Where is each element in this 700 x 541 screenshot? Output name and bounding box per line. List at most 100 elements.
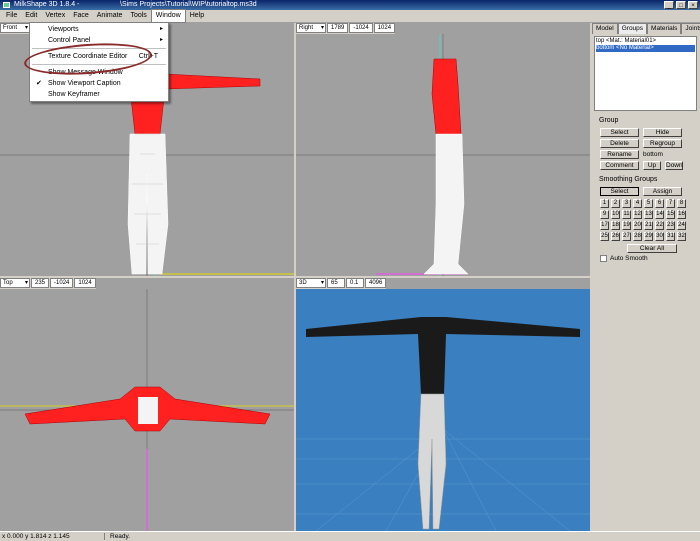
top-view-max[interactable]: 1024 xyxy=(74,278,96,288)
smoothing-group-button[interactable]: 28 xyxy=(633,232,642,241)
smoothing-group-button[interactable]: 10 xyxy=(611,210,620,219)
3d-view-near[interactable]: 0.1 xyxy=(346,278,364,288)
smoothing-group-button[interactable]: 20 xyxy=(633,221,642,230)
smoothing-group-button[interactable]: 29 xyxy=(644,232,653,241)
list-item[interactable]: bottom <No Material> xyxy=(596,45,695,52)
tab-materials[interactable]: Materials xyxy=(647,23,682,34)
smoothing-group-button[interactable]: 27 xyxy=(622,232,631,241)
checkmark-icon: ✔ xyxy=(36,80,42,87)
select-button[interactable]: Select xyxy=(600,128,639,137)
3d-view-select[interactable]: 3D xyxy=(296,278,326,288)
maximize-button[interactable]: □ xyxy=(676,1,686,9)
smoothing-group-button[interactable]: 19 xyxy=(622,221,631,230)
smoothing-group-button[interactable]: 6 xyxy=(655,199,664,208)
smoothing-group-grid: 1 2 3 4 5 6 7 8 9 10 11 12 13 14 15 16 17 18 19 20 21 22 23 24 2… xyxy=(600,199,700,241)
smoothing-group-button[interactable]: 3 xyxy=(622,199,631,208)
smoothing-group-button[interactable]: 2 xyxy=(611,199,620,208)
smoothing-group-button[interactable]: 30 xyxy=(655,232,664,241)
up-button[interactable]: Up xyxy=(643,161,661,170)
menu-item-viewports-label: Viewports xyxy=(48,26,79,33)
delete-button[interactable]: Delete xyxy=(600,139,639,148)
file-path: \Sims Projects\Tutorial\WIP\tutorialtop.… xyxy=(120,1,257,8)
smoothing-group-button[interactable]: 1 xyxy=(600,199,609,208)
menu-edit[interactable]: Edit xyxy=(21,10,41,22)
smoothing-group-button[interactable]: 11 xyxy=(622,210,631,219)
menu-window[interactable]: Window xyxy=(150,9,186,23)
menu-file[interactable]: File xyxy=(2,10,21,22)
control-panel: Model Groups Materials Joints top <Mat.:… xyxy=(591,23,700,531)
sg-assign-button[interactable]: Assign xyxy=(643,187,682,196)
smoothing-group-button[interactable]: 25 xyxy=(600,232,609,241)
right-viewport-canvas[interactable] xyxy=(296,34,590,276)
smoothing-group-button[interactable]: 26 xyxy=(611,232,620,241)
menu-face[interactable]: Face xyxy=(69,10,93,22)
smoothing-group-button[interactable]: 7 xyxy=(666,199,675,208)
hide-button[interactable]: Hide xyxy=(643,128,682,137)
menu-item-control-panel-label: Control Panel xyxy=(48,37,91,44)
3d-view-fov[interactable]: 65 xyxy=(327,278,345,288)
smoothing-group-button[interactable]: 22 xyxy=(655,221,664,230)
smoothing-group-button[interactable]: 21 xyxy=(644,221,653,230)
app-icon xyxy=(3,2,10,8)
menu-item-show-viewport-caption[interactable]: ✔ Show Viewport Caption xyxy=(30,78,168,89)
menu-animate[interactable]: Animate xyxy=(93,10,127,22)
right-view-max[interactable]: 1024 xyxy=(373,23,396,33)
rename-button[interactable]: Rename xyxy=(600,150,639,159)
smoothing-group-button[interactable]: 31 xyxy=(666,232,675,241)
list-item[interactable]: top <Mat.: Material01> xyxy=(596,38,695,45)
menu-vertex[interactable]: Vertex xyxy=(41,10,69,22)
top-viewport-canvas[interactable] xyxy=(0,289,294,531)
groups-list[interactable]: top <Mat.: Material01> bottom <No Materi… xyxy=(594,36,697,111)
smoothing-group-button[interactable]: 17 xyxy=(600,221,609,230)
close-button[interactable]: × xyxy=(688,1,698,9)
top-view-min[interactable]: -1024 xyxy=(50,278,74,288)
minimize-button[interactable]: _ xyxy=(664,1,674,9)
top-view-select[interactable]: Top xyxy=(0,278,30,288)
right-view-select[interactable]: Right xyxy=(296,23,326,33)
smoothing-group-button[interactable]: 32 xyxy=(677,232,686,241)
3d-viewport[interactable]: 3D 65 0.1 4096 xyxy=(296,278,590,531)
smoothing-group-button[interactable]: 9 xyxy=(600,210,609,219)
auto-smooth-checkbox[interactable]: Auto Smooth xyxy=(600,255,700,262)
smoothing-group-button[interactable]: 16 xyxy=(677,210,686,219)
clear-all-button[interactable]: Clear All xyxy=(627,244,677,253)
tab-joints[interactable]: Joints xyxy=(681,23,700,34)
3d-viewport-canvas[interactable] xyxy=(296,289,590,531)
smoothing-group-button[interactable]: 12 xyxy=(633,210,642,219)
right-view-zoom[interactable]: 1789 xyxy=(327,23,349,33)
status-divider xyxy=(104,533,105,540)
group-section-label: Group xyxy=(599,117,619,124)
right-view-min[interactable]: -1024 xyxy=(349,23,373,33)
status-bar: x 0.000 y 1.814 z 1.145 Ready. xyxy=(0,531,700,541)
top-view-zoom[interactable]: 235 xyxy=(31,278,50,288)
smoothing-group-button[interactable]: 15 xyxy=(666,210,675,219)
smoothing-group-button[interactable]: 18 xyxy=(611,221,620,230)
smoothing-group-button[interactable]: 13 xyxy=(644,210,653,219)
down-button[interactable]: Down xyxy=(665,161,683,170)
menu-help[interactable]: Help xyxy=(186,10,208,22)
tab-groups[interactable]: Groups xyxy=(617,23,648,34)
menu-tools[interactable]: Tools xyxy=(126,10,150,22)
comment-button[interactable]: Comment xyxy=(600,161,639,170)
coordinates-readout: x 0.000 y 1.814 z 1.145 xyxy=(2,533,70,540)
3d-view-far[interactable]: 4096 xyxy=(365,278,387,288)
smoothing-group-button[interactable]: 24 xyxy=(677,221,686,230)
front-view-select[interactable]: Front xyxy=(0,23,30,33)
sg-select-button[interactable]: Select xyxy=(600,187,639,196)
menu-item-show-keyframer[interactable]: Show Keyframer xyxy=(30,89,168,100)
title-bar: MilkShape 3D 1.8.4 - \Sims Projects\Tuto… xyxy=(0,0,700,10)
smoothing-group-button[interactable]: 8 xyxy=(677,199,686,208)
menu-item-viewports[interactable]: Viewports ▸ xyxy=(30,24,168,35)
smoothing-group-button[interactable]: 14 xyxy=(655,210,664,219)
regroup-button[interactable]: Regroup xyxy=(643,139,682,148)
top-viewport[interactable]: Top 235 -1024 1024 xyxy=(0,278,294,531)
menu-item-keyframer-label: Show Keyframer xyxy=(48,91,100,98)
window-title: MilkShape 3D 1.8.4 - xyxy=(14,1,80,8)
checkbox-box[interactable] xyxy=(600,255,607,262)
rename-field[interactable]: bottom xyxy=(643,151,663,158)
smoothing-group-button[interactable]: 4 xyxy=(633,199,642,208)
tab-model[interactable]: Model xyxy=(592,23,618,34)
right-viewport[interactable]: Right 1789 -1024 1024 xyxy=(296,23,590,276)
smoothing-group-button[interactable]: 23 xyxy=(666,221,675,230)
smoothing-group-button[interactable]: 5 xyxy=(644,199,653,208)
